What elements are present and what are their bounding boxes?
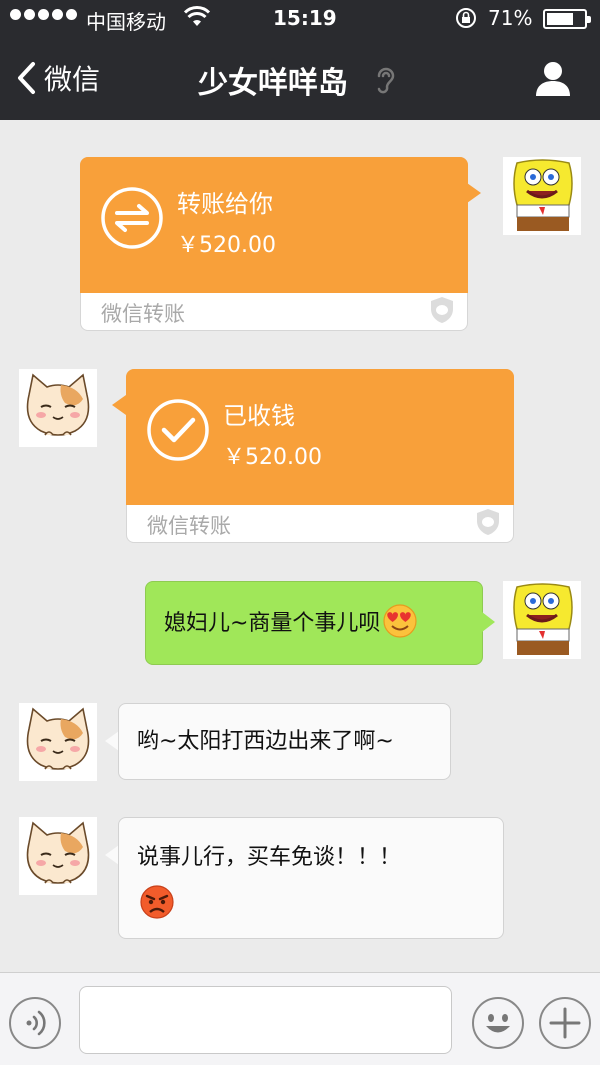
message-text: 哟~太阳打西边出来了啊~ xyxy=(137,729,394,754)
spongebob-avatar-icon xyxy=(503,581,581,659)
top-bar: 中国移动 15:19 71% 微信 少女咩咩岛 xyxy=(0,0,600,120)
clock: 15:19 xyxy=(273,6,337,30)
smiley-icon xyxy=(486,1014,510,1033)
chevron-left-icon xyxy=(18,62,35,94)
navigation-bar: 微信 少女咩咩岛 xyxy=(0,38,600,120)
profile-icon[interactable] xyxy=(533,58,573,98)
avatar-self[interactable] xyxy=(503,157,581,235)
battery-percent: 71% xyxy=(488,6,533,30)
transfer-card-received[interactable]: 已收钱 ￥520.00 微信转账 xyxy=(126,369,514,543)
transfer-amount: ￥520.00 xyxy=(223,445,322,470)
avatar-contact[interactable] xyxy=(19,369,97,447)
wifi-icon xyxy=(184,6,210,26)
message-bubble-sent[interactable]: 媳妇儿~商量个事儿呗 xyxy=(145,581,483,665)
heart-eyes-emoji-icon xyxy=(383,604,418,638)
transfer-card-sent[interactable]: 转账给你 ￥520.00 微信转账 xyxy=(80,157,468,331)
message-input[interactable] xyxy=(79,986,452,1054)
transfer-footer-label: 微信转账 xyxy=(147,514,231,538)
bubble-tail xyxy=(482,612,495,632)
transfer-arrows-icon xyxy=(101,187,163,249)
spongebob-avatar-icon xyxy=(503,157,581,235)
wechat-shield-icon xyxy=(477,509,499,535)
signal-strength-icon xyxy=(10,9,77,20)
bubble-tail xyxy=(105,731,119,751)
bubble-tail xyxy=(112,395,126,415)
avatar-contact[interactable] xyxy=(19,817,97,895)
chat-title: 少女咩咩岛 xyxy=(198,66,348,101)
rotation-lock-icon xyxy=(456,8,476,28)
transfer-amount: ￥520.00 xyxy=(177,233,276,258)
transfer-footer-label: 微信转账 xyxy=(101,302,185,326)
carrier-label: 中国移动 xyxy=(86,10,166,34)
avatar-self[interactable] xyxy=(503,581,581,659)
avatar-contact[interactable] xyxy=(19,703,97,781)
battery-icon xyxy=(543,9,591,29)
transfer-title: 转账给你 xyxy=(177,190,273,218)
message-text: 说事儿行，买车免谈！！！ xyxy=(137,845,402,870)
checkmark-icon xyxy=(147,399,209,461)
more-options-button[interactable] xyxy=(539,997,591,1049)
emoji-button[interactable] xyxy=(472,997,524,1049)
message-bubble-received[interactable]: 说事儿行，买车免谈！！！ xyxy=(118,817,504,939)
wechat-shield-icon xyxy=(431,297,453,323)
message-text: 媳妇儿~商量个事儿呗 xyxy=(164,611,381,636)
status-bar: 中国移动 15:19 71% xyxy=(0,0,600,38)
kitten-avatar-icon xyxy=(19,817,97,895)
kitten-avatar-icon xyxy=(19,703,97,781)
angry-face-emoji-icon xyxy=(140,885,174,919)
transfer-title: 已收钱 xyxy=(223,402,295,430)
bubble-tail xyxy=(467,183,481,203)
kitten-avatar-icon xyxy=(19,369,97,447)
ear-icon xyxy=(377,67,395,94)
plus-icon xyxy=(549,1007,581,1039)
message-bubble-received[interactable]: 哟~太阳打西边出来了啊~ xyxy=(118,703,451,780)
back-button[interactable]: 微信 xyxy=(16,56,100,100)
back-label: 微信 xyxy=(44,63,101,96)
voice-wave-icon xyxy=(26,1010,46,1036)
bubble-tail xyxy=(105,845,119,865)
input-bar xyxy=(0,972,600,1065)
voice-input-button[interactable] xyxy=(9,997,61,1049)
